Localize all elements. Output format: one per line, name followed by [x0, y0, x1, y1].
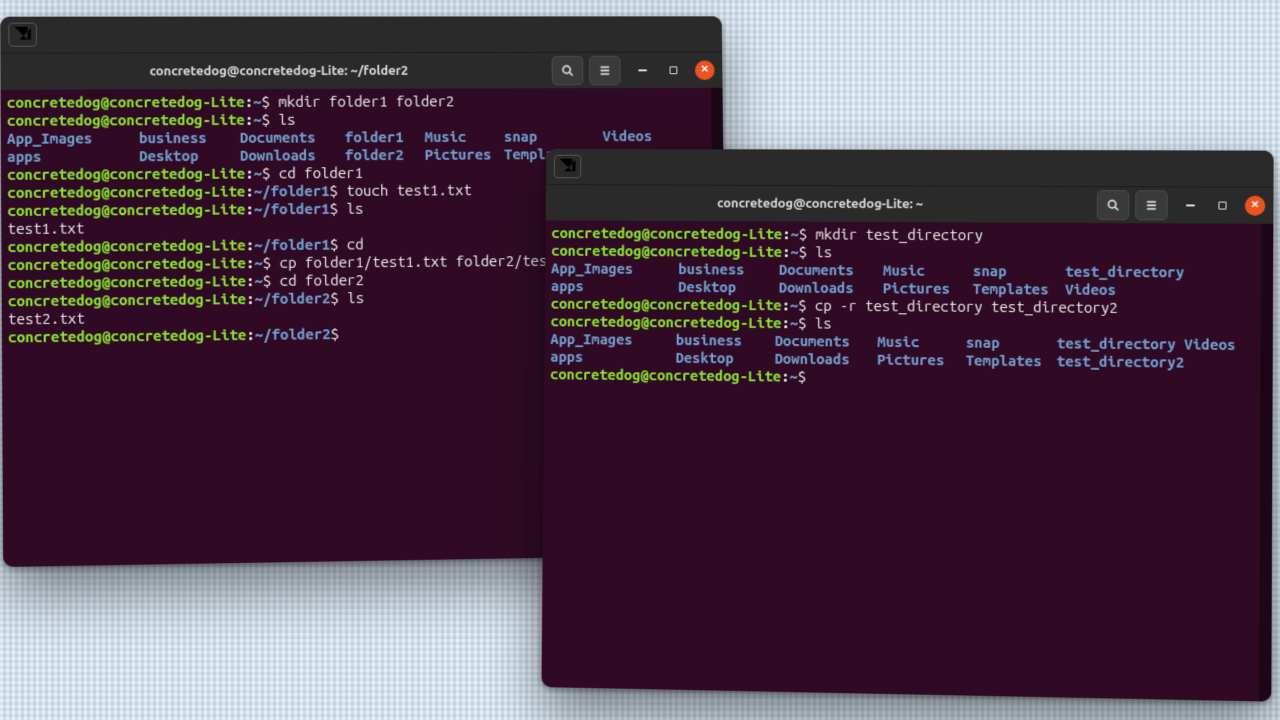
ls-entry: apps	[550, 348, 675, 367]
ls-entry: Documents	[775, 332, 878, 351]
ls-entry: Documents	[779, 261, 883, 279]
ls-entry: apps	[7, 147, 139, 166]
maximize-button[interactable]	[664, 60, 684, 80]
scrollbar[interactable]	[1259, 224, 1273, 702]
ls-entry: folder2	[345, 146, 425, 164]
ls-entry: snap	[966, 334, 1057, 353]
ls-entry: Templates	[973, 280, 1066, 299]
hamburger-menu-button[interactable]	[589, 56, 621, 86]
hamburger-menu-button[interactable]	[1135, 190, 1168, 220]
minimize-button[interactable]	[1180, 195, 1200, 215]
ls-entry: Downloads	[779, 279, 883, 298]
ls-entry: Pictures	[877, 351, 966, 370]
new-tab-button[interactable]	[8, 23, 37, 47]
new-tab-button[interactable]	[554, 155, 582, 179]
ls-entry: Videos	[1065, 281, 1193, 300]
terminal-content[interactable]: concretedog@concretedog-Lite:~$ mkdir te…	[541, 220, 1261, 701]
ls-entry: Music	[883, 262, 973, 280]
ls-entry: Videos	[1184, 335, 1254, 354]
ls-entry: Desktop	[139, 147, 240, 165]
search-button[interactable]	[552, 56, 584, 86]
ls-entry: Downloads	[775, 350, 878, 369]
ls-entry: Downloads	[240, 146, 345, 164]
ls-entry: test_directory2	[1057, 352, 1185, 371]
scene-3d: concretedog@concretedog-Lite: ~/folder2 …	[0, 0, 1280, 720]
ls-entry: Pictures	[883, 279, 973, 297]
terminal-line: concretedog@concretedog-Lite:~$ mkdir fo…	[7, 92, 705, 112]
ls-entry: App_Images	[551, 260, 678, 278]
ls-entry: business	[678, 260, 779, 278]
minimize-button[interactable]	[632, 61, 652, 81]
ls-entry: business	[139, 129, 240, 147]
ls-entry: test_directory	[1065, 263, 1193, 282]
ls-entry: Videos	[602, 127, 681, 145]
ls-entry: snap	[504, 127, 603, 145]
ls-entry: Desktop	[678, 278, 779, 296]
ls-entry: App_Images	[550, 330, 675, 349]
close-button[interactable]	[1245, 196, 1265, 216]
ls-entry: Music	[877, 333, 966, 352]
ls-entry: folder1	[345, 128, 425, 146]
window-title: concretedog@concretedog-Lite: ~	[554, 196, 1091, 212]
ls-entry: Pictures	[425, 146, 504, 164]
ls-entry: Templates	[966, 352, 1057, 371]
search-button[interactable]	[1097, 190, 1129, 220]
ls-entry: apps	[551, 277, 678, 296]
tab-bar	[546, 149, 1274, 187]
ls-entry: Music	[425, 128, 504, 146]
window-title: concretedog@concretedog-Lite: ~/folder2	[9, 64, 546, 79]
close-button[interactable]	[695, 60, 715, 80]
title-bar[interactable]: concretedog@concretedog-Lite: ~	[546, 184, 1274, 224]
ls-entry: App_Images	[7, 129, 139, 148]
ls-entry: Desktop	[676, 349, 775, 368]
ls-entry: snap	[973, 262, 1066, 281]
ls-entry: test_directory	[1057, 334, 1185, 353]
tab-bar	[0, 16, 722, 52]
title-bar[interactable]: concretedog@concretedog-Lite: ~/folder2	[0, 52, 722, 90]
ls-output: App_ImagesappsbusinessDesktopDocumentsDo…	[551, 260, 1255, 300]
ls-entry: Documents	[240, 128, 345, 146]
ls-entry: business	[676, 331, 775, 350]
maximize-button[interactable]	[1212, 196, 1232, 216]
terminal-window-home[interactable]: concretedog@concretedog-Lite: ~ concrete…	[541, 149, 1273, 702]
